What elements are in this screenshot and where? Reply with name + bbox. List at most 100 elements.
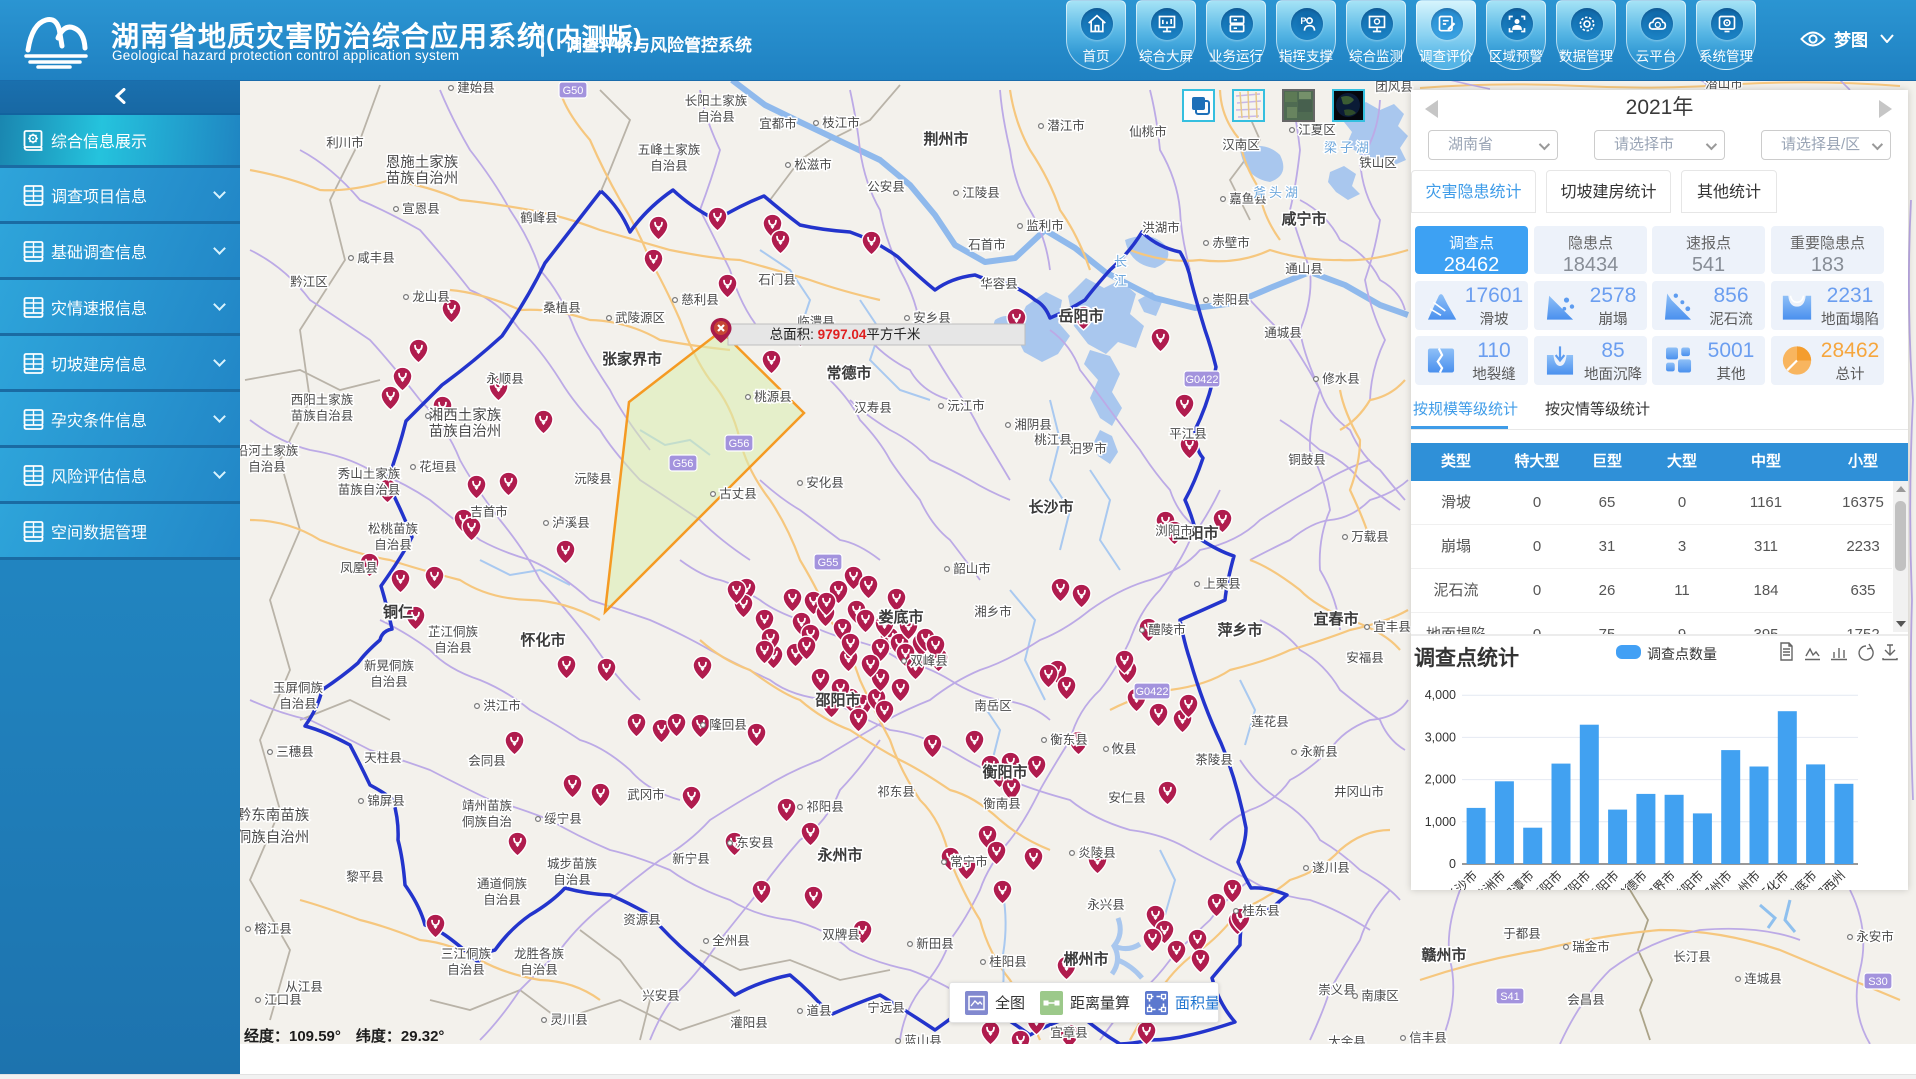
svg-text:沿河土家族: 沿河土家族 — [240, 443, 299, 458]
svg-text:赣州市: 赣州市 — [1421, 946, 1466, 964]
svg-text:会同县: 会同县 — [468, 754, 506, 768]
svg-text:桃源县: 桃源县 — [754, 389, 792, 404]
svg-text:张家界市: 张家界市 — [602, 350, 662, 368]
svg-text:万载县: 万载县 — [1351, 530, 1389, 544]
svg-text:石门县: 石门县 — [758, 272, 796, 287]
svg-text:荆州市: 荆州市 — [923, 130, 968, 148]
svg-text:于都县: 于都县 — [1503, 927, 1541, 941]
svg-text:通道侗族: 通道侗族 — [477, 877, 528, 891]
svg-text:G50: G50 — [563, 85, 584, 97]
svg-text:资源县: 资源县 — [623, 913, 661, 927]
svg-text:莲花县: 莲花县 — [1251, 714, 1289, 729]
svg-text:灵川县: 灵川县 — [550, 1013, 588, 1027]
svg-text:桃江县: 桃江县 — [1034, 432, 1072, 447]
svg-text:长: 长 — [1114, 254, 1130, 269]
svg-text:兴安县: 兴安县 — [642, 988, 680, 1003]
svg-text:修水县: 修水县 — [1322, 371, 1360, 386]
svg-text:苗族自治县: 苗族自治县 — [338, 483, 401, 497]
svg-text:铁山区: 铁山区 — [1359, 156, 1397, 170]
svg-text:五峰土家族: 五峰土家族 — [638, 142, 701, 157]
svg-text:遂川县: 遂川县 — [1312, 861, 1350, 875]
svg-text:安乡县: 安乡县 — [913, 310, 951, 325]
svg-text:石首市: 石首市 — [968, 237, 1006, 252]
svg-text:潜江市: 潜江市 — [1047, 118, 1085, 133]
svg-text:侗族自治州: 侗族自治州 — [240, 829, 309, 846]
svg-text:新田县: 新田县 — [916, 936, 954, 951]
svg-text:西阳土家族: 西阳土家族 — [291, 392, 354, 407]
svg-text:侗族自治: 侗族自治 — [462, 815, 512, 829]
svg-text:江口县: 江口县 — [264, 993, 302, 1007]
svg-text:安化县: 安化县 — [806, 475, 844, 490]
svg-text:0: 0 — [1449, 857, 1456, 871]
svg-text:绥宁县: 绥宁县 — [544, 811, 582, 826]
svg-text:攸县: 攸县 — [1111, 741, 1136, 756]
svg-text:连城县: 连城县 — [1744, 971, 1782, 986]
svg-text:湘阴县: 湘阴县 — [1014, 417, 1052, 432]
svg-text:慈利县: 慈利县 — [681, 292, 719, 307]
svg-text:醴陵市: 醴陵市 — [1148, 622, 1186, 637]
svg-text:大余县: 大余县 — [1328, 1034, 1366, 1044]
svg-text:凤凰县: 凤凰县 — [340, 561, 378, 575]
svg-text:苗族自治州: 苗族自治州 — [386, 170, 459, 187]
svg-text:桂东县: 桂东县 — [1242, 903, 1280, 918]
svg-text:龙胜各族: 龙胜各族 — [514, 946, 565, 961]
svg-text:双峰县: 双峰县 — [910, 654, 948, 668]
svg-text:武冈市: 武冈市 — [627, 787, 665, 802]
svg-text:娄底市: 娄底市 — [878, 608, 923, 626]
svg-text:茶陵县: 茶陵县 — [1195, 752, 1233, 767]
svg-text:2,000: 2,000 — [1425, 773, 1456, 787]
svg-text:古丈县: 古丈县 — [719, 486, 757, 501]
svg-text:锦屏县: 锦屏县 — [367, 794, 405, 808]
svg-text:从江县: 从江县 — [285, 980, 323, 994]
svg-text:井冈山市: 井冈山市 — [1334, 784, 1384, 799]
svg-text:洪江市: 洪江市 — [483, 698, 521, 713]
svg-text:宁远县: 宁远县 — [867, 1000, 905, 1015]
svg-text:华容县: 华容县 — [980, 276, 1018, 291]
svg-text:全州县: 全州县 — [712, 933, 750, 948]
svg-text:蓝山县: 蓝山县 — [904, 1034, 942, 1044]
svg-text:邵阳市: 邵阳市 — [814, 691, 860, 709]
svg-text:芷江侗族: 芷江侗族 — [428, 625, 479, 639]
svg-text:铜仁: 铜仁 — [383, 603, 413, 621]
svg-text:东安县: 东安县 — [736, 835, 774, 850]
svg-text:松滋市: 松滋市 — [794, 157, 832, 172]
svg-text:宜章县: 宜章县 — [1050, 1025, 1088, 1040]
svg-text:玉屏侗族: 玉屏侗族 — [273, 681, 324, 695]
svg-text:长汀县: 长汀县 — [1673, 950, 1711, 964]
svg-text:P: P — [1300, 16, 1306, 26]
svg-text:瑞金市: 瑞金市 — [1572, 939, 1610, 954]
svg-text:隆回县: 隆回县 — [709, 717, 747, 732]
svg-text:汉寿县: 汉寿县 — [854, 401, 892, 415]
svg-text:G56: G56 — [673, 458, 694, 470]
svg-text:总面积: 9797.04平方千米: 总面积: 9797.04平方千米 — [770, 327, 921, 342]
svg-text:泸溪县: 泸溪县 — [552, 516, 590, 530]
svg-text:新晃侗族: 新晃侗族 — [364, 658, 415, 673]
svg-text:咸宁市: 咸宁市 — [1281, 210, 1326, 228]
svg-text:秀山土家族: 秀山土家族 — [338, 466, 401, 481]
svg-text:韶山市: 韶山市 — [953, 561, 991, 576]
svg-text:三穗县: 三穗县 — [276, 745, 314, 759]
svg-text:自治县: 自治县 — [483, 893, 521, 907]
svg-text:G55: G55 — [818, 557, 839, 569]
svg-text:永州市: 永州市 — [816, 846, 862, 864]
svg-text:苗族自治州: 苗族自治州 — [429, 423, 502, 440]
svg-text:自治县: 自治县 — [553, 873, 591, 887]
svg-text:赤壁市: 赤壁市 — [1212, 235, 1250, 250]
svg-text:黔东南苗族: 黔东南苗族 — [240, 807, 310, 824]
svg-text:三江侗族: 三江侗族 — [441, 947, 492, 961]
svg-text:黎平县: 黎平县 — [346, 870, 384, 884]
svg-text:永新县: 永新县 — [1300, 744, 1338, 759]
svg-text:建始县: 建始县 — [457, 81, 495, 95]
svg-text:榕江县: 榕江县 — [254, 921, 292, 936]
svg-text:上栗县: 上栗县 — [1203, 577, 1241, 591]
svg-text:宣恩县: 宣恩县 — [402, 201, 440, 216]
svg-text:3,000: 3,000 — [1425, 730, 1456, 744]
svg-text:江夏区: 江夏区 — [1298, 123, 1336, 137]
svg-text:平江县: 平江县 — [1169, 427, 1207, 441]
svg-text:衡南县: 衡南县 — [983, 796, 1021, 811]
svg-text:G56: G56 — [729, 438, 750, 450]
svg-text:永顺县: 永顺县 — [486, 372, 524, 386]
svg-text:安仁县: 安仁县 — [1108, 790, 1146, 805]
svg-text:南康区: 南康区 — [1361, 988, 1399, 1003]
svg-text:吉首市: 吉首市 — [470, 504, 508, 519]
